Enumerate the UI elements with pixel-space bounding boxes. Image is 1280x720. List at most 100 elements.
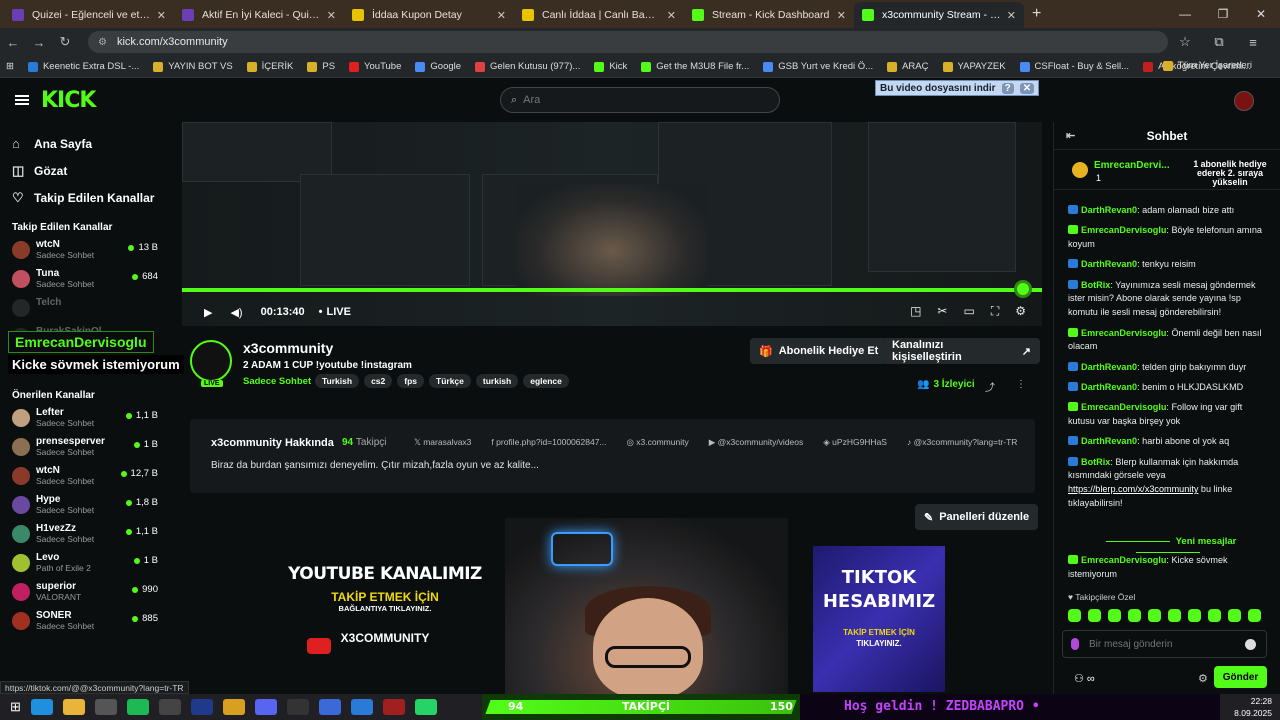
tag-chip[interactable]: cs2 (364, 374, 393, 388)
capcut-icon[interactable] (286, 699, 309, 715)
chat-username[interactable]: DarthRevan0 (1081, 259, 1137, 269)
file-explorer-icon[interactable] (62, 699, 85, 715)
menu-icon[interactable] (15, 95, 29, 105)
gift-leaderboard[interactable]: EmrecanDervi... 1 1 abonelik hediye eder… (1054, 150, 1280, 190)
chat-username[interactable]: BotRix (1081, 457, 1110, 467)
settings-icon[interactable]: ⚙ (1015, 304, 1026, 319)
download-video-bar[interactable]: Bu video dosyasını indir ? ✕ (875, 80, 1040, 96)
sidebar-channel[interactable]: Levo Path of Exile 2 1 B (0, 552, 170, 581)
minimize-icon[interactable]: — (1166, 7, 1204, 21)
microphone-icon[interactable] (1071, 638, 1079, 650)
channel-avatar[interactable]: LIVE (190, 340, 232, 387)
forward-icon[interactable]: → (26, 35, 52, 50)
tag-chip[interactable]: eglence (523, 374, 569, 388)
sidebar-channel[interactable]: H1vezZz Sadece Sohbet 1,1 B (0, 523, 170, 552)
kick-logo[interactable]: KICK (41, 88, 96, 113)
chat-settings-icon[interactable]: ⚙ (1198, 672, 1208, 685)
live-indicator[interactable]: LIVE (319, 306, 351, 318)
sidebar-channel[interactable]: Tuna Sadece Sohbet 684 (0, 268, 170, 297)
gift-subscription-button[interactable]: 🎁 Abonelik Hediye Et (750, 338, 888, 364)
emote-icon[interactable] (1248, 609, 1261, 622)
emote-icon[interactable] (1208, 609, 1221, 622)
steam-icon[interactable] (30, 699, 53, 715)
new-tab-icon[interactable]: + (1024, 2, 1049, 28)
bookmark-item[interactable]: ARAÇ (887, 61, 929, 72)
url-field[interactable]: ⚙ kick.com/x3community (88, 31, 1168, 53)
bookmark-item[interactable]: GSB Yurt ve Kredi Ö... (763, 61, 873, 72)
app2-icon[interactable] (318, 699, 341, 715)
emoji-icon[interactable] (1245, 639, 1256, 650)
edit-panels-button[interactable]: ✎ Panelleri düzenle (915, 504, 1039, 530)
browser-tab[interactable]: x3community Stream - Watch L ✕ (854, 2, 1024, 28)
browser-tab[interactable]: İddaa Kupon Detay ✕ (344, 2, 514, 28)
spotify-icon[interactable] (126, 699, 149, 715)
tag-chip[interactable]: turkish (475, 374, 519, 388)
edge-icon[interactable] (350, 699, 373, 715)
sidebar-channel[interactable]: wtcN Sadece Sohbet 13 B (0, 239, 170, 268)
close-tab-icon[interactable]: ✕ (157, 9, 166, 22)
windows-start-icon[interactable]: ⊞ (10, 699, 21, 715)
nav-browse[interactable]: ◫ Gözat (12, 157, 170, 184)
emote-icon[interactable] (1108, 609, 1121, 622)
sidebar-channel[interactable]: prensesperver Sadece Sohbet 1 B (0, 436, 170, 465)
bookmark-star-icon[interactable]: ☆ (1168, 34, 1202, 50)
tag-chip[interactable]: fps (397, 374, 425, 388)
emote-icon[interactable] (1128, 609, 1141, 622)
emote-icon[interactable] (1228, 609, 1241, 622)
bookmark-item[interactable]: Get the M3U8 File fr... (641, 61, 749, 72)
game-icon[interactable] (382, 699, 405, 715)
fullscreen-icon[interactable]: ⛶ (991, 304, 999, 319)
chat-username[interactable]: EmrecanDervisoglu (1081, 225, 1166, 235)
browser-tab[interactable]: Aktif En İyi Kaleci - Quizei ✕ (174, 2, 344, 28)
social-link[interactable]: ◈ uPzHG9HHaS (823, 437, 897, 448)
chat-username[interactable]: EmrecanDervisoglu (1081, 402, 1166, 412)
bookmark-item[interactable]: Keenetic Extra DSL -... (27, 61, 139, 72)
chat-input[interactable] (1089, 638, 1229, 650)
close-tab-icon[interactable]: ✕ (837, 9, 846, 22)
clip-icon[interactable]: ✂ (937, 304, 947, 319)
help-icon[interactable]: ? (1001, 82, 1014, 94)
user-avatar[interactable] (1234, 91, 1254, 111)
chat-username[interactable]: EmrecanDervisoglu (1081, 328, 1166, 338)
chat-username[interactable]: DarthRevan0 (1081, 362, 1137, 372)
close-download-icon[interactable]: ✕ (1019, 82, 1035, 94)
profile-icon[interactable]: ≡ (1236, 35, 1270, 50)
all-bookmarks[interactable]: Tüm Yer İşaretleri (1162, 60, 1252, 71)
chat-username[interactable]: DarthRevan0 (1081, 436, 1137, 446)
sidebar-channel[interactable]: wtcN Sadece Sohbet 12,7 B (0, 465, 170, 494)
site-info-icon[interactable]: ⚙ (98, 37, 107, 48)
sidebar-channel[interactable]: Hype Sadece Sohbet 1,8 B (0, 494, 170, 523)
seek-bar[interactable] (182, 288, 1042, 292)
chat-username[interactable]: DarthRevan0 (1081, 382, 1137, 392)
social-link[interactable]: ◎ x3.community (627, 437, 699, 448)
social-link[interactable]: ♪ @x3community?lang=tr-TR (907, 437, 1027, 448)
social-link[interactable]: ▶ @x3community/videos (709, 437, 814, 448)
chat-username[interactable]: BotRix (1081, 280, 1110, 290)
emote-icon[interactable] (1188, 609, 1201, 622)
browser-tab[interactable]: Canlı İddaa | Canlı Bahis | Nesin ✕ (514, 2, 684, 28)
browser-tab[interactable]: Quizei - Eğlenceli ve etkileşimli ✕ (4, 2, 174, 28)
apps-icon[interactable]: ⊞ (6, 61, 14, 72)
social-link[interactable]: 𝕏 marasalvax3 (414, 437, 481, 448)
bookmark-item[interactable]: Kick (594, 61, 627, 72)
seek-handle[interactable] (1014, 280, 1032, 298)
chat-username[interactable]: DarthRevan0 (1081, 205, 1137, 215)
play-icon[interactable]: ▶ (204, 306, 212, 319)
app-icon[interactable] (94, 699, 117, 715)
nav-heart[interactable]: ♡ Takip Edilen Kanallar (12, 184, 170, 211)
tag-chip[interactable]: Türkçe (429, 374, 471, 388)
bookmark-item[interactable]: YAPAYZEK (942, 61, 1006, 72)
extensions-icon[interactable]: ⧉ (1202, 34, 1236, 50)
restore-icon[interactable]: ❐ (1204, 7, 1242, 21)
pip-icon[interactable]: ◳ (910, 304, 921, 319)
browser-tab[interactable]: Stream - Kick Dashboard ✕ (684, 2, 854, 28)
sidebar-channel[interactable]: Telch (0, 297, 170, 326)
close-tab-icon[interactable]: ✕ (667, 9, 676, 22)
chat-input-box[interactable] (1062, 630, 1267, 658)
chat-username[interactable]: EmrecanDervisoglu (1081, 555, 1166, 565)
chat-link[interactable]: https://blerp.com/x/x3community (1068, 484, 1198, 494)
volume-icon[interactable]: ◀) (230, 306, 242, 319)
reload-icon[interactable]: ↻ (52, 34, 78, 50)
points-icon[interactable]: ⚇ ∞ (1074, 672, 1095, 685)
user-options-icon[interactable]: ⋮ (1016, 379, 1026, 390)
